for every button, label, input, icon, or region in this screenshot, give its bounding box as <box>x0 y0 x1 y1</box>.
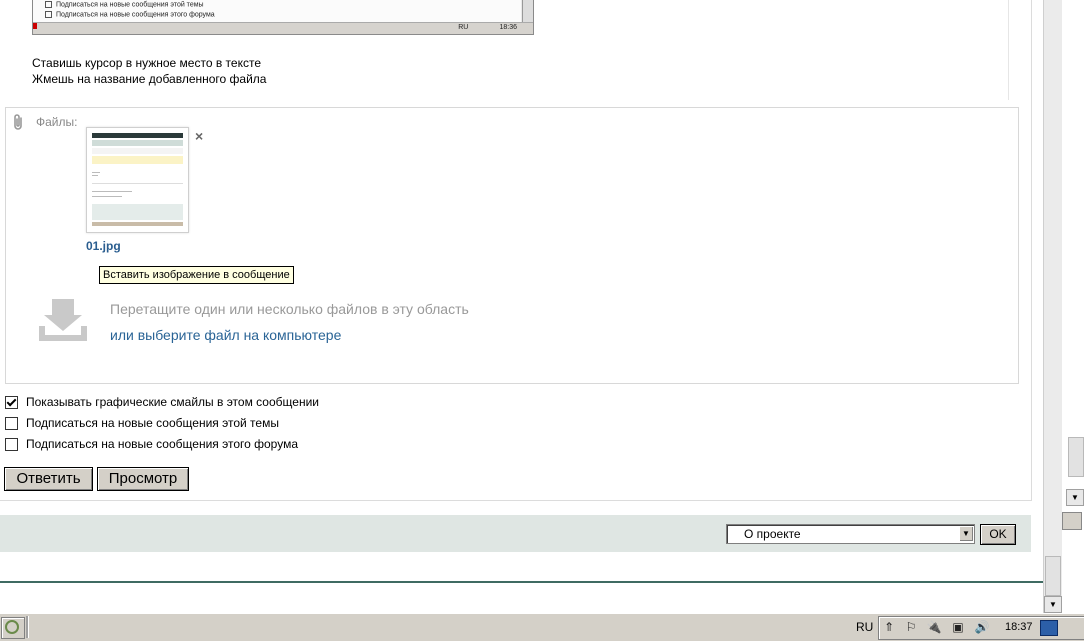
message-panel-edge <box>1008 0 1009 100</box>
option-subscribe-topic[interactable]: Подписаться на новые сообщения этой темы <box>5 415 279 431</box>
show-smilies-label: Показывать графические смайлы в этом соо… <box>26 395 319 409</box>
preview-button[interactable]: Просмотр <box>97 467 189 491</box>
subscribe-forum-checkbox[interactable] <box>5 437 18 451</box>
chevron-down-icon[interactable]: ▼ <box>959 526 973 541</box>
embedded-option-line: Подписаться на новые сообщения этого фор… <box>45 11 215 18</box>
attachment-thumbnail[interactable] <box>86 127 189 233</box>
reply-button[interactable]: Ответить <box>4 467 93 491</box>
option-subscribe-forum[interactable]: Подписаться на новые сообщения этого фор… <box>5 436 298 452</box>
page-scroll-down-icon[interactable]: ▼ <box>1044 596 1062 613</box>
subscribe-topic-label: Подписаться на новые сообщения этой темы <box>26 416 279 430</box>
files-label: Файлы: <box>36 115 78 129</box>
forum-jump-select[interactable]: О проекте ▼ <box>726 524 975 544</box>
power-plug-icon[interactable]: 🔌 <box>926 619 942 635</box>
embedded-start-icon <box>33 23 37 29</box>
language-indicator[interactable]: RU <box>856 620 873 634</box>
embedded-scrollbar <box>522 0 533 22</box>
choose-file-link[interactable]: или выберите файл на компьютере <box>110 327 341 343</box>
insert-image-tooltip: Вставить изображение в сообщение <box>99 266 294 284</box>
page-footer <box>0 583 1043 613</box>
subscribe-forum-label: Подписаться на новые сообщения этого фор… <box>26 437 298 451</box>
post-form-edge <box>1031 0 1032 500</box>
attachment-file-link[interactable]: 01.jpg <box>86 239 121 253</box>
flag-icon[interactable]: ⚐ <box>903 619 919 635</box>
frame-scrollbar-thumb[interactable] <box>1068 437 1084 477</box>
forum-jump-ok-button[interactable]: OK <box>980 524 1016 545</box>
embedded-screenshot-content: Подписаться на новые сообщения этой темы… <box>33 0 521 22</box>
network-icon[interactable]: ▣ <box>950 619 966 635</box>
subscribe-topic-checkbox[interactable] <box>5 416 18 430</box>
volume-icon[interactable]: 🔊 <box>974 619 990 635</box>
show-smilies-checkbox[interactable] <box>5 395 18 409</box>
frame-scroll-down-icon[interactable]: ▼ <box>1066 489 1084 506</box>
message-line-2: Жмешь на название добавленного файла <box>32 72 267 86</box>
taskbar-clock[interactable]: 18:37 <box>1005 621 1033 633</box>
embedded-taskbar: RU 18:36 <box>33 22 533 34</box>
embedded-checkbox-icon <box>45 11 52 18</box>
drop-zone-text: Перетащите один или несколько файлов в э… <box>110 301 469 317</box>
windows-logo-icon <box>5 620 19 634</box>
monitor-icon <box>1062 512 1082 530</box>
embedded-screenshot: Подписаться на новые сообщения этой темы… <box>32 0 534 35</box>
page-scrollbar[interactable] <box>1043 0 1062 613</box>
page-scrollbar-thumb[interactable] <box>1045 556 1061 596</box>
forum-jump-selected: О проекте <box>744 527 801 541</box>
tray-expand-icon[interactable]: ⇑ <box>881 619 897 635</box>
show-desktop-icon[interactable] <box>1040 620 1058 636</box>
post-form-bottom-edge <box>0 500 1032 501</box>
taskbar-separator <box>26 616 29 638</box>
upload-tray-icon <box>39 299 87 341</box>
embedded-checkbox-icon <box>45 1 52 8</box>
remove-attachment-icon[interactable]: × <box>195 128 203 144</box>
option-show-smilies[interactable]: Показывать графические смайлы в этом соо… <box>5 394 319 410</box>
paperclip-icon <box>14 114 22 130</box>
embedded-option-line: Подписаться на новые сообщения этой темы <box>45 1 204 8</box>
start-button[interactable] <box>1 617 25 639</box>
embedded-tray: RU 18:36 <box>458 24 517 31</box>
message-line-1: Ставишь курсор в нужное место в тексте <box>32 56 261 70</box>
